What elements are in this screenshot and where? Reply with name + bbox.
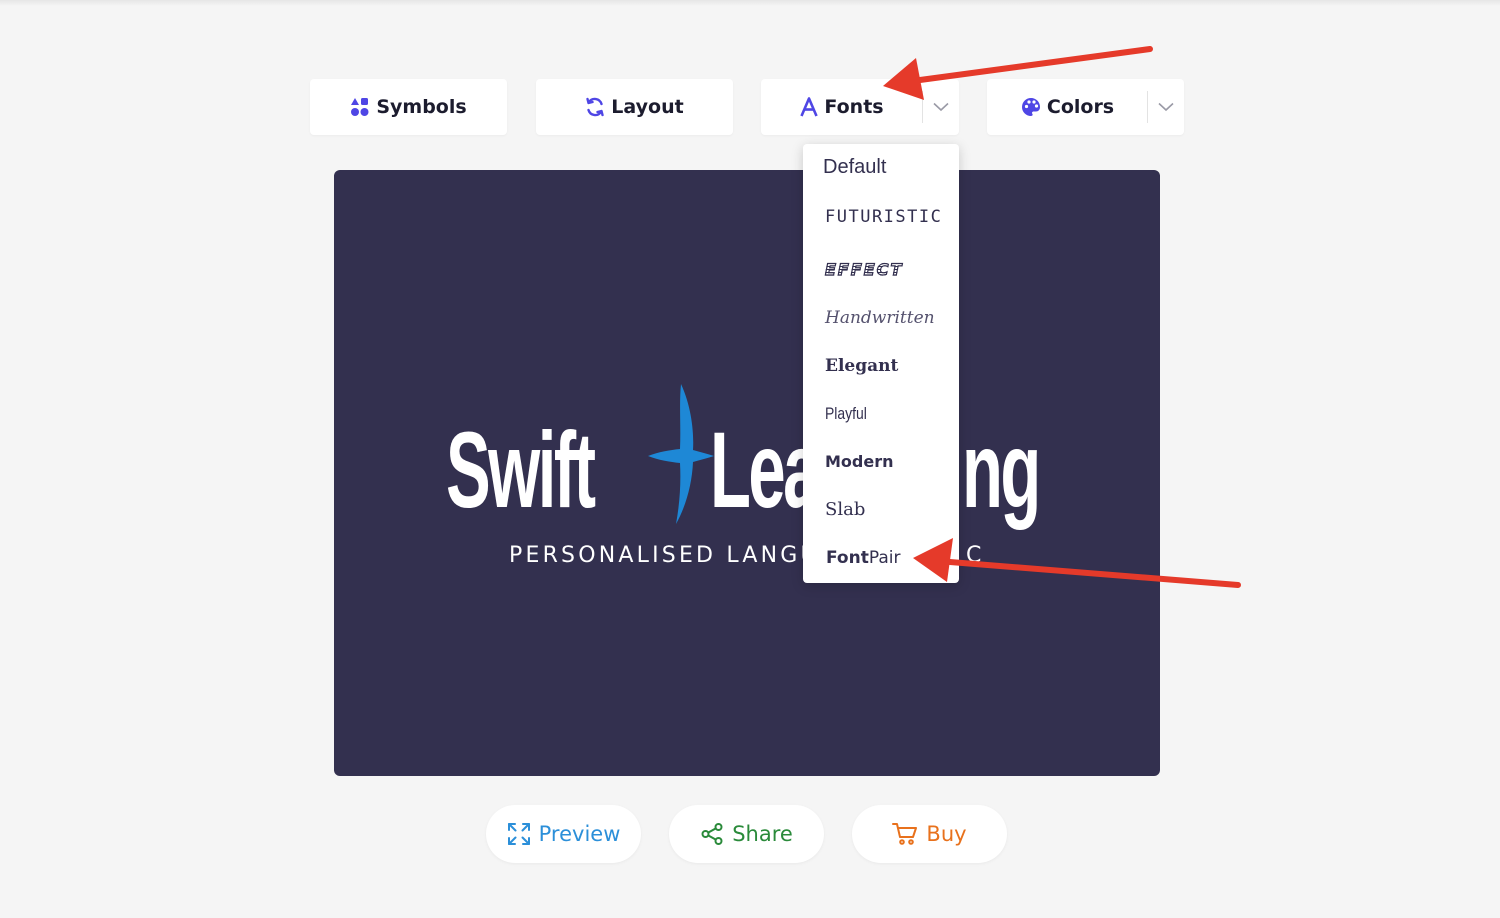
refresh-icon: [585, 97, 605, 117]
top-shadow: [0, 0, 1500, 6]
font-option-effect[interactable]: EFFECT: [824, 259, 903, 279]
font-option-default[interactable]: Default: [823, 156, 886, 179]
fonts-dropdown-toggle[interactable]: [922, 91, 959, 123]
font-option-playful[interactable]: Playful: [825, 404, 867, 424]
font-option-modern[interactable]: Modern: [825, 452, 894, 471]
logo-word-swift: Swift: [446, 409, 596, 530]
logo-word-learning-end: ng: [962, 409, 1041, 530]
preview-button[interactable]: Preview: [486, 805, 641, 863]
layout-label: Layout: [611, 96, 684, 118]
fonts-label: Fonts: [824, 96, 884, 118]
colors-button[interactable]: Colors: [987, 79, 1184, 135]
symbols-icon: [350, 97, 370, 117]
font-option-fontpair[interactable]: FontPair: [826, 548, 900, 568]
share-icon: [700, 822, 724, 846]
font-option-handwritten[interactable]: Handwritten: [825, 308, 935, 328]
logo-tagline: PERSONALISED LANGUA: [509, 543, 839, 568]
expand-icon: [507, 822, 531, 846]
colors-dropdown-toggle[interactable]: [1147, 91, 1184, 123]
fontpair-part-font: Font: [826, 548, 869, 568]
swift-bird-icon: [648, 384, 714, 524]
share-button[interactable]: Share: [669, 805, 824, 863]
cart-icon: [892, 822, 918, 846]
symbols-label: Symbols: [376, 96, 467, 118]
chevron-down-icon: [1158, 102, 1174, 112]
palette-icon: [1021, 97, 1041, 117]
chevron-down-icon: [933, 102, 949, 112]
font-a-icon: [800, 97, 819, 117]
colors-main[interactable]: Colors: [987, 79, 1148, 135]
preview-label: Preview: [538, 822, 621, 846]
font-option-slab[interactable]: Slab: [825, 499, 865, 520]
buy-button[interactable]: Buy: [852, 805, 1007, 863]
fonts-dropdown-menu: Default FUTURISTIC EFFECT Handwritten El…: [803, 144, 959, 583]
logo-word-learning: Lea: [710, 409, 820, 530]
fontpair-part-pair: Pair: [868, 548, 901, 568]
font-option-elegant[interactable]: Elegant: [825, 356, 898, 376]
fonts-main[interactable]: Fonts: [761, 79, 923, 135]
logo-tagline-end: C: [966, 543, 985, 568]
font-option-futuristic[interactable]: FUTURISTIC: [825, 207, 942, 227]
logo-canvas: Swift Lea ng PERSONALISED LANGUA C: [334, 170, 1160, 776]
buy-label: Buy: [926, 822, 967, 846]
share-label: Share: [732, 822, 793, 846]
fonts-button[interactable]: Fonts: [761, 79, 959, 135]
colors-label: Colors: [1046, 96, 1115, 118]
symbols-button[interactable]: Symbols: [310, 79, 507, 135]
layout-button[interactable]: Layout: [536, 79, 733, 135]
